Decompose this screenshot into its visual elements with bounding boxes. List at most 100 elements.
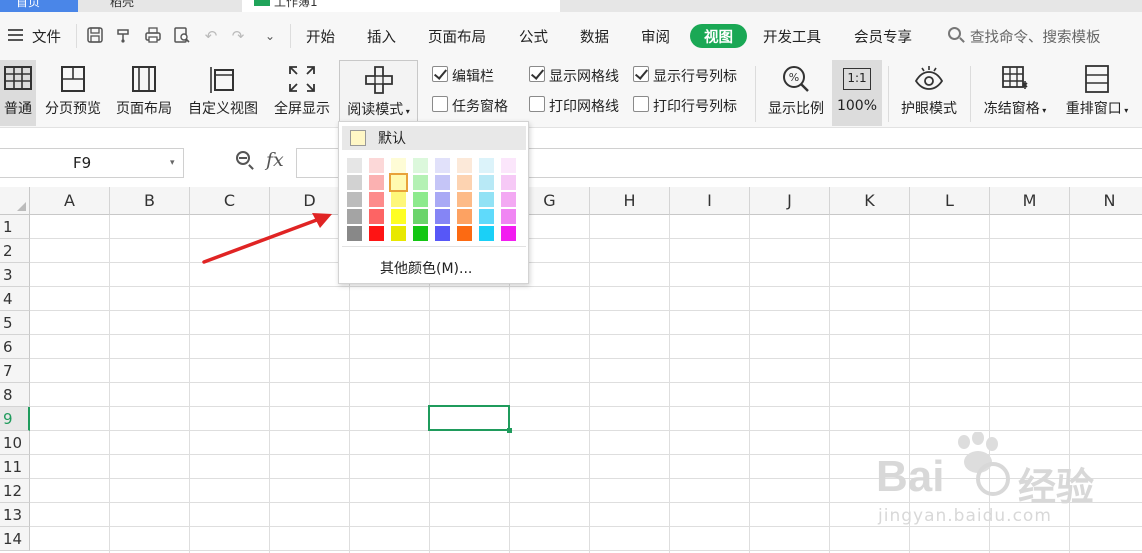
color-swatch[interactable] [457,175,472,190]
page-break-preview-button[interactable]: 分页预览 [40,60,106,126]
color-swatch[interactable] [457,192,472,207]
formula-bar-label[interactable]: 编辑栏 [452,66,494,86]
format-painter-icon[interactable] [114,26,134,46]
show-gridlines-label[interactable]: 显示网格线 [549,66,619,86]
color-swatch[interactable] [347,209,362,224]
page-layout-view-button[interactable]: 页面布局 [112,60,176,126]
color-swatch[interactable] [369,226,384,241]
print-gridlines-label[interactable]: 打印网格线 [549,96,619,116]
color-swatch[interactable] [413,209,428,224]
color-swatch[interactable] [391,209,406,224]
color-swatch[interactable] [413,158,428,173]
color-swatch[interactable] [435,226,450,241]
tab-home[interactable]: 开始 [306,26,335,47]
row-header-7[interactable]: 7 [0,359,30,383]
save-icon[interactable] [85,26,105,46]
more-colors-option[interactable]: 其他颜色(M)... [380,258,472,278]
zoom-100-button[interactable]: 1:1 100% [832,60,882,126]
color-swatch[interactable] [479,158,494,173]
tab-page-layout[interactable]: 页面布局 [428,26,486,47]
task-pane-label[interactable]: 任务窗格 [452,96,508,116]
column-header-i[interactable]: I [670,187,750,215]
zoom-ratio-button[interactable]: % 显示比例 [764,60,828,126]
color-swatch[interactable] [501,175,516,190]
tab-insert[interactable]: 插入 [367,26,396,47]
color-swatch[interactable] [369,158,384,173]
tab-view[interactable]: 视图 [690,24,747,48]
color-swatch[interactable] [347,192,362,207]
color-swatch[interactable] [479,226,494,241]
show-headings-label[interactable]: 显示行号列标 [653,66,737,86]
zoom-icon[interactable] [236,151,254,170]
show-gridlines-checkbox[interactable] [529,66,545,82]
row-header-13[interactable]: 13 [0,503,30,527]
color-swatch[interactable] [479,192,494,207]
color-swatch[interactable] [435,192,450,207]
color-swatch[interactable] [391,192,406,207]
row-header-11[interactable]: 11 [0,455,30,479]
row-header-12[interactable]: 12 [0,479,30,503]
tab-data[interactable]: 数据 [580,26,609,47]
column-header-k[interactable]: K [830,187,910,215]
color-swatch[interactable] [501,158,516,173]
color-swatch[interactable] [501,192,516,207]
color-swatch[interactable] [479,209,494,224]
color-swatch[interactable] [347,226,362,241]
color-swatch[interactable] [435,175,450,190]
default-color-option[interactable]: 默认 [342,126,526,150]
tab-member[interactable]: 会员专享 [854,26,912,47]
row-header-14[interactable]: 14 [0,527,30,551]
color-swatch[interactable] [435,209,450,224]
color-swatch[interactable] [413,192,428,207]
rearrange-windows-button[interactable]: 重排窗口 ▾ [1058,60,1136,126]
row-header-2[interactable]: 2 [0,239,30,263]
column-header-l[interactable]: L [910,187,990,215]
color-swatch[interactable] [457,209,472,224]
color-swatch[interactable] [501,226,516,241]
title-tab-docer[interactable]: 稻壳 [80,0,240,12]
color-swatch[interactable] [347,175,362,190]
select-all-corner[interactable] [0,187,30,215]
normal-view-button[interactable]: 普通 [0,60,36,126]
tab-developer[interactable]: 开发工具 [763,26,821,47]
color-swatch[interactable] [369,192,384,207]
print-headings-label[interactable]: 打印行号列标 [653,96,737,116]
row-header-9[interactable]: 9 [0,407,30,431]
color-swatch[interactable] [391,226,406,241]
color-swatch[interactable] [457,158,472,173]
color-swatch[interactable] [501,209,516,224]
print-preview-icon[interactable] [172,26,192,46]
column-header-j[interactable]: J [750,187,830,215]
column-header-n[interactable]: N [1070,187,1142,215]
tab-formulas[interactable]: 公式 [519,26,548,47]
color-swatch[interactable] [389,173,408,192]
color-swatch[interactable] [479,175,494,190]
row-header-5[interactable]: 5 [0,311,30,335]
chevron-down-icon[interactable]: ▾ [170,149,175,177]
column-header-m[interactable]: M [990,187,1070,215]
row-header-6[interactable]: 6 [0,335,30,359]
redo-icon[interactable]: ↷ [228,26,248,46]
tab-review[interactable]: 审阅 [641,26,670,47]
row-header-8[interactable]: 8 [0,383,30,407]
full-screen-button[interactable]: 全屏显示 [270,60,334,126]
color-swatch[interactable] [413,175,428,190]
column-header-a[interactable]: A [30,187,110,215]
color-swatch[interactable] [347,158,362,173]
custom-view-button[interactable]: 自定义视图 [183,60,263,126]
title-tab-home[interactable]: 首页 [0,0,78,12]
selected-cell[interactable] [428,405,510,431]
reading-mode-button[interactable]: 阅读模式 ▾ [339,60,418,126]
fx-label[interactable]: fx [266,149,284,171]
color-swatch[interactable] [369,175,384,190]
undo-icon[interactable]: ↶ [201,26,221,46]
color-swatch[interactable] [413,226,428,241]
fill-handle[interactable] [507,428,512,433]
row-header-10[interactable]: 10 [0,431,30,455]
color-swatch[interactable] [391,158,406,173]
eye-protection-button[interactable]: 护眼模式 [895,60,963,126]
color-swatch[interactable] [457,226,472,241]
color-swatch[interactable] [435,158,450,173]
print-gridlines-checkbox[interactable] [529,96,545,112]
show-headings-checkbox[interactable] [633,66,649,82]
